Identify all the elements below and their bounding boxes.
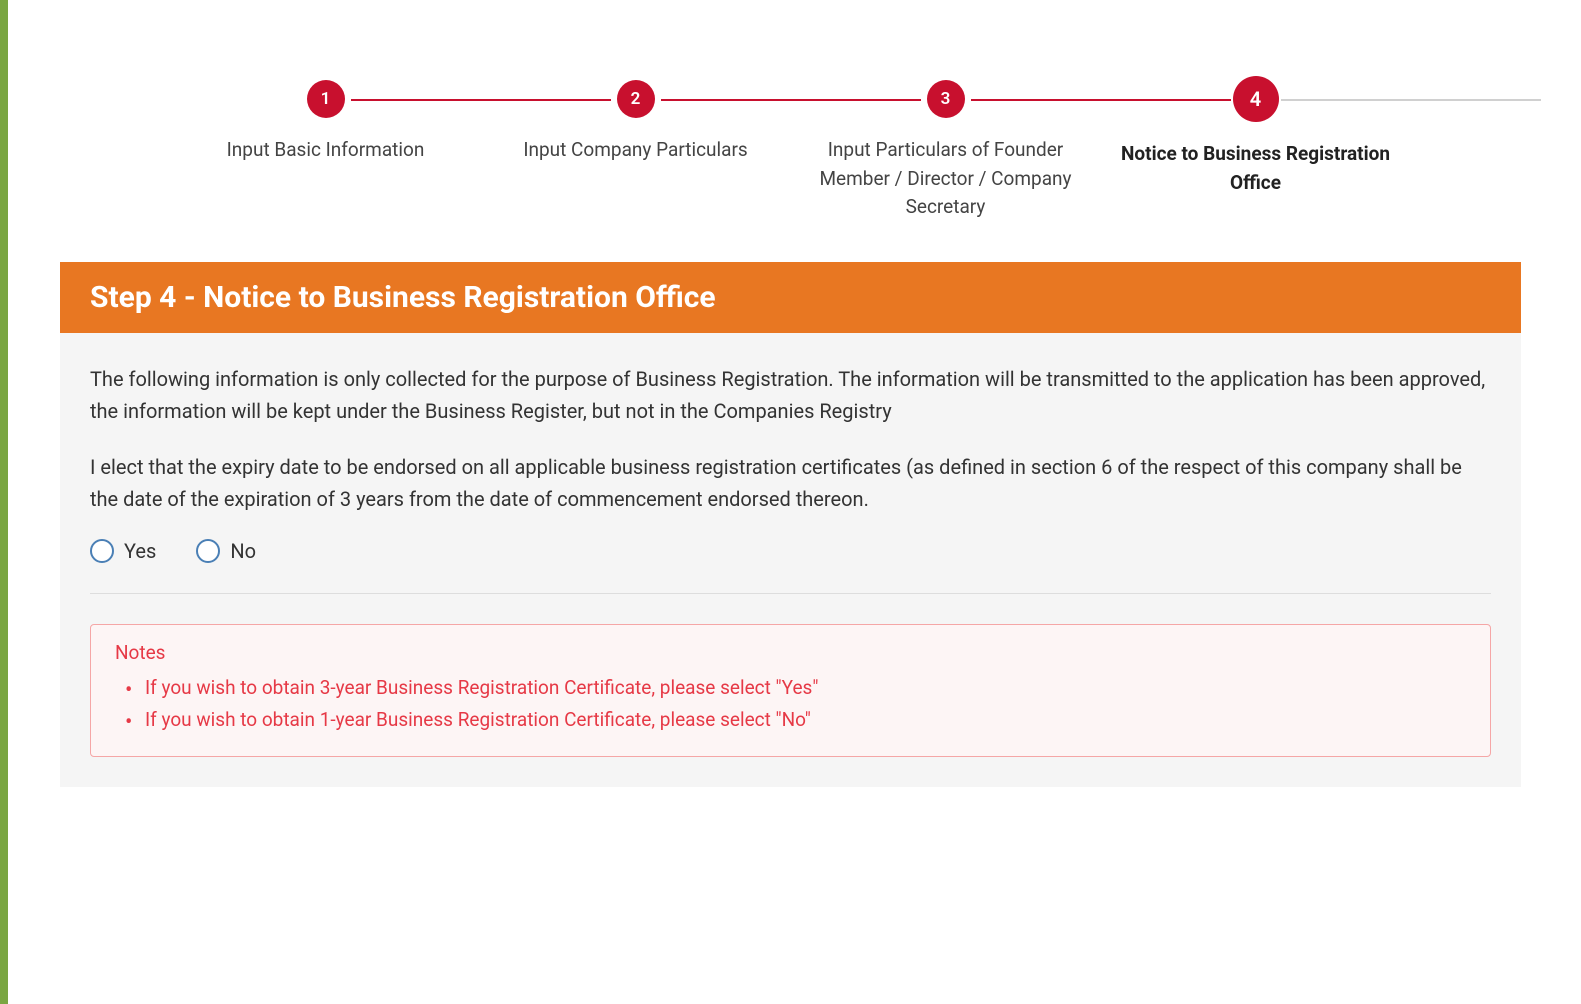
- content-panel: Step 4 - Notice to Business Registration…: [60, 262, 1521, 788]
- step-2[interactable]: 2 Input Company Particulars: [481, 80, 791, 165]
- step-connector-1: [351, 99, 611, 101]
- step-circle-3: 3: [927, 80, 965, 118]
- notes-list: If you wish to obtain 3-year Business Re…: [115, 672, 1466, 737]
- notes-title: Notes: [115, 641, 1466, 664]
- step-circle-2: 2: [617, 80, 655, 118]
- step-label-3: Input Particulars of Founder Member / Di…: [806, 136, 1086, 222]
- step-connector-3: [971, 99, 1231, 101]
- step-circle-1: 1: [307, 80, 345, 118]
- notes-item-2: If you wish to obtain 1-year Business Re…: [145, 704, 1466, 736]
- radio-yes-circle: [90, 539, 114, 563]
- step-1[interactable]: 1 Input Basic Information: [171, 80, 481, 165]
- notes-item-1: If you wish to obtain 3-year Business Re…: [145, 672, 1466, 704]
- radio-no[interactable]: No: [196, 539, 256, 563]
- panel-body: The following information is only collec…: [60, 333, 1521, 788]
- election-radio-group: Yes No: [90, 539, 1491, 563]
- radio-yes-label: Yes: [124, 539, 156, 563]
- panel-header: Step 4 - Notice to Business Registration…: [60, 262, 1521, 333]
- radio-no-label: No: [230, 539, 256, 563]
- step-label-1: Input Basic Information: [227, 136, 425, 165]
- step-label-4: Notice to Business Registration Office: [1116, 140, 1396, 197]
- notes-box: Notes If you wish to obtain 3-year Busin…: [90, 624, 1491, 758]
- radio-yes[interactable]: Yes: [90, 539, 156, 563]
- intro-paragraph-1: The following information is only collec…: [90, 363, 1491, 427]
- step-connector-2: [661, 99, 921, 101]
- step-circle-4: 4: [1233, 76, 1279, 122]
- radio-no-circle: [196, 539, 220, 563]
- intro-paragraph-2: I elect that the expiry date to be endor…: [90, 451, 1491, 515]
- step-4[interactable]: 4 Notice to Business Registration Office: [1101, 80, 1411, 197]
- stepper: 1 Input Basic Information 2 Input Compan…: [0, 0, 1581, 262]
- divider: [90, 593, 1491, 594]
- step-3[interactable]: 3 Input Particulars of Founder Member / …: [791, 80, 1101, 222]
- step-label-2: Input Company Particulars: [523, 136, 747, 165]
- step-connector-4: [1281, 99, 1541, 101]
